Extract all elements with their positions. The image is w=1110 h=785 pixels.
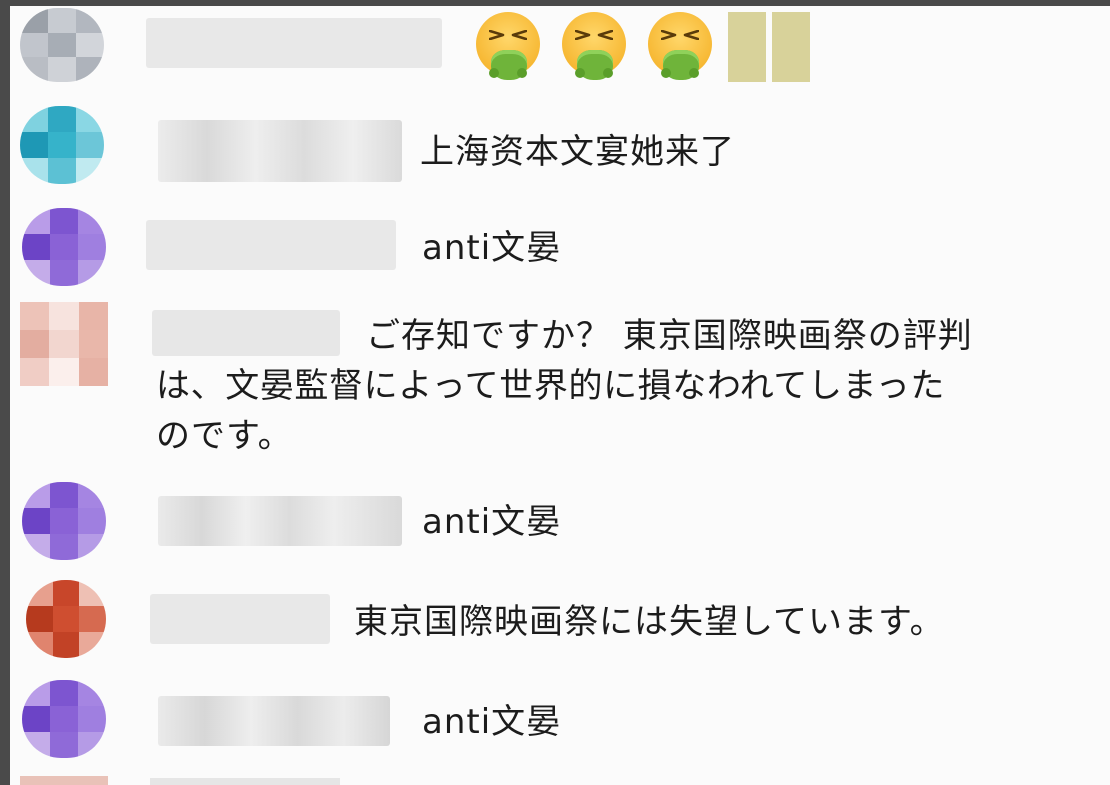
squint-eye-icon (489, 30, 505, 40)
partial-sticker (728, 12, 766, 82)
squint-eye-icon (511, 30, 527, 40)
redacted-username (152, 310, 340, 356)
comment-text: anti文晏 (422, 228, 562, 268)
comment-text: 東京国際映画祭には失望しています。 (354, 602, 945, 642)
comment-text: anti文晏 (422, 502, 562, 542)
squint-eye-icon (597, 30, 613, 40)
comment-text-line: ご存知ですか？ 東京国際映画祭の評判 (366, 316, 973, 356)
avatar[interactable] (20, 302, 108, 386)
squint-eye-icon (661, 30, 677, 40)
avatar[interactable] (26, 580, 106, 658)
redacted-username (158, 496, 402, 546)
redacted-username (150, 778, 340, 785)
avatar[interactable] (22, 482, 106, 560)
redacted-username (150, 594, 330, 644)
comment-text: 上海资本文宴她来了 (420, 132, 735, 172)
avatar[interactable] (22, 208, 106, 286)
avatar[interactable] (20, 8, 104, 82)
redacted-username (146, 18, 442, 68)
squint-eye-icon (575, 30, 591, 40)
dizzy-vomit-emoji (648, 12, 712, 80)
partial-sticker (772, 12, 810, 82)
comment-text-line: のです。 (156, 416, 293, 456)
dizzy-vomit-emoji (562, 12, 626, 80)
partial-avatar (20, 776, 108, 785)
comment-text: anti文晏 (422, 702, 562, 742)
comment-text-line: は、文晏監督によって世界的に損なわれてしまった (156, 366, 945, 406)
redacted-username (146, 220, 396, 270)
avatar[interactable] (22, 680, 106, 758)
dizzy-vomit-emoji (476, 12, 540, 80)
redacted-username (158, 120, 402, 182)
avatar[interactable] (20, 106, 104, 184)
redacted-username (158, 696, 390, 746)
squint-eye-icon (683, 30, 699, 40)
